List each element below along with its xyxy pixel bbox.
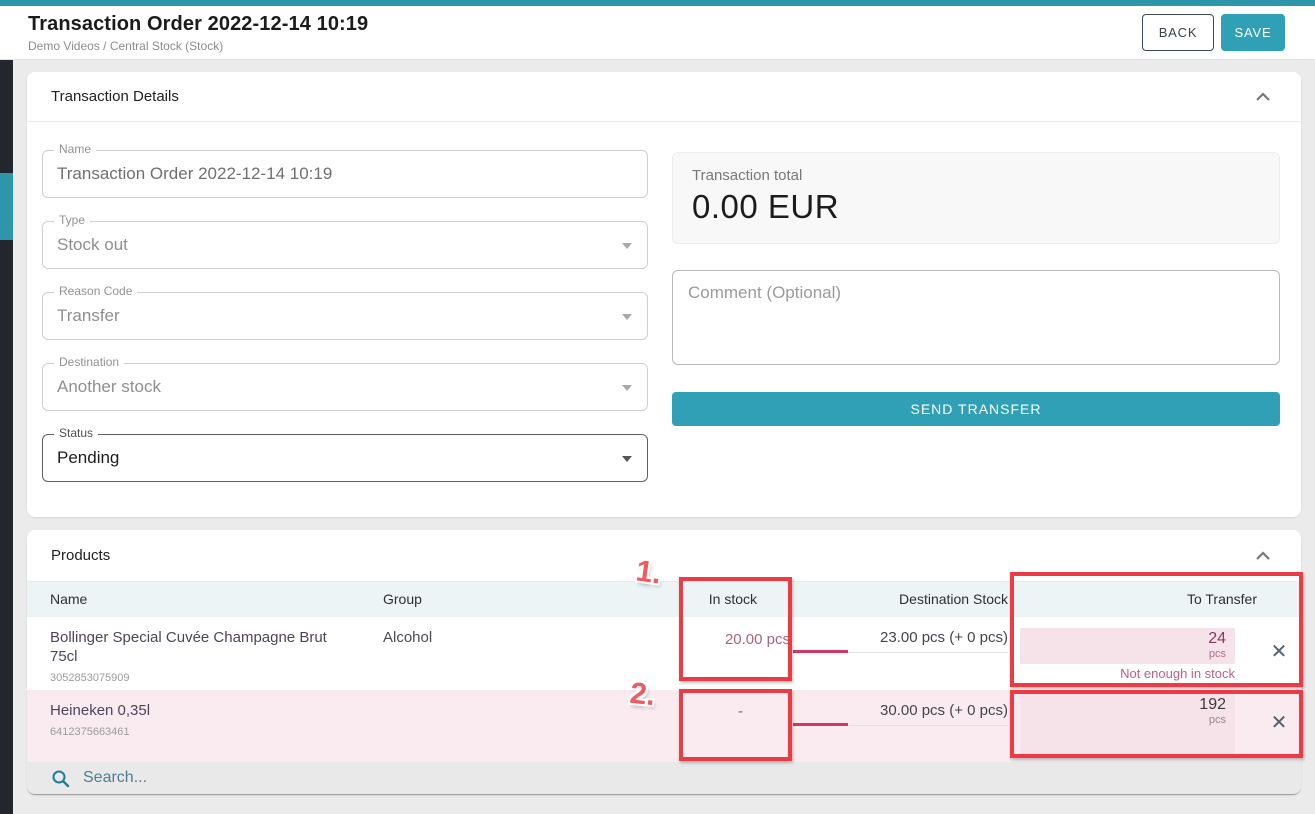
details-summary-column: Transaction total 0.00 EUR SEND TRANSFER	[672, 152, 1280, 426]
column-header-name: Name	[27, 582, 383, 617]
column-header-group: Group	[383, 582, 583, 617]
reason-code-value: Transfer	[43, 293, 647, 339]
product-group-cell	[383, 690, 583, 702]
transaction-details-title: Transaction Details	[51, 88, 179, 105]
comment-input[interactable]	[672, 270, 1280, 365]
transaction-total-value: 0.00 EUR	[692, 188, 1260, 226]
page-title: Transaction Order 2022-12-14 10:19	[28, 13, 368, 36]
chevron-down-icon	[622, 243, 632, 249]
product-name: Heineken 0,35l	[50, 701, 343, 720]
product-name-cell: Heineken 0,35l 6412375663461	[27, 690, 383, 742]
annotation-label-2: 2.	[628, 677, 656, 713]
product-search-bar	[27, 762, 1301, 795]
details-form-column: Name Transaction Order 2022-12-14 10:19 …	[42, 150, 648, 505]
destination-stock-underline	[793, 723, 1008, 726]
name-field-value: Transaction Order 2022-12-14 10:19	[43, 151, 647, 197]
transaction-total-label: Transaction total	[692, 167, 1260, 184]
transaction-details-card: Transaction Details Name Transaction Ord…	[27, 72, 1301, 517]
destination-label: Destination	[54, 355, 124, 369]
back-button[interactable]: BACK	[1142, 14, 1214, 51]
search-icon	[51, 769, 70, 788]
type-select-value: Stock out	[43, 222, 647, 268]
header-titles: Transaction Order 2022-12-14 10:19 Demo …	[28, 13, 368, 53]
chevron-down-icon	[622, 385, 632, 391]
type-select[interactable]: Type Stock out	[42, 221, 648, 269]
collapse-details-button[interactable]	[1251, 85, 1275, 109]
annotation-label-1: 1.	[634, 554, 664, 591]
product-name: Bollinger Special Cuvée Champagne Brut 7…	[50, 628, 343, 666]
chevron-down-icon	[622, 456, 632, 462]
save-button[interactable]: SAVE	[1221, 14, 1285, 51]
product-barcode: 3052853075909	[50, 669, 343, 688]
annotation-box-in-stock-row1	[679, 577, 792, 681]
status-select[interactable]: Status Pending	[42, 434, 648, 482]
destination-stock-underline	[793, 650, 1008, 653]
header-actions: BACK SAVE	[1142, 14, 1285, 51]
reason-code-label: Reason Code	[54, 284, 137, 298]
transaction-total-box: Transaction total 0.00 EUR	[672, 152, 1280, 244]
type-select-label: Type	[54, 213, 90, 227]
destination-select[interactable]: Destination Another stock	[42, 363, 648, 411]
reason-code-select[interactable]: Reason Code Transfer	[42, 292, 648, 340]
breadcrumb: Demo Videos / Central Stock (Stock)	[28, 39, 368, 53]
destination-stock-value: 30.00 pcs (+ 0 pcs)	[880, 702, 1008, 719]
products-title: Products	[51, 547, 110, 564]
annotation-box-to-transfer-row1	[1010, 572, 1303, 687]
collapse-products-button[interactable]	[1251, 544, 1275, 568]
search-input[interactable]	[83, 769, 483, 787]
chevron-up-icon	[1255, 92, 1271, 102]
page-header: Transaction Order 2022-12-14 10:19 Demo …	[0, 6, 1315, 60]
transaction-details-header: Transaction Details	[27, 72, 1301, 122]
name-field-label: Name	[54, 142, 96, 156]
column-header-destination-stock: Destination Stock	[790, 582, 1008, 617]
status-value: Pending	[43, 435, 647, 481]
chevron-up-icon	[1255, 551, 1271, 561]
annotation-box-to-transfer-row2	[1010, 690, 1303, 758]
destination-stock-cell: 30.00 pcs (+ 0 pcs)	[790, 690, 1008, 726]
send-transfer-button[interactable]: SEND TRANSFER	[672, 392, 1280, 426]
transaction-order-page: Transaction Order 2022-12-14 10:19 Demo …	[0, 0, 1315, 814]
status-label: Status	[54, 426, 98, 440]
destination-stock-value: 23.00 pcs (+ 0 pcs)	[880, 629, 1008, 646]
sidebar-collapsed-strip[interactable]	[0, 60, 13, 814]
name-field[interactable]: Name Transaction Order 2022-12-14 10:19	[42, 150, 648, 198]
annotation-box-in-stock-row2	[679, 689, 792, 761]
chevron-down-icon	[622, 314, 632, 320]
destination-stock-cell: 23.00 pcs (+ 0 pcs)	[790, 617, 1008, 653]
destination-value: Another stock	[43, 364, 647, 410]
product-name-cell: Bollinger Special Cuvée Champagne Brut 7…	[27, 617, 383, 688]
product-group-cell: Alcohol	[383, 617, 583, 646]
sidebar-active-indicator	[0, 173, 13, 240]
product-barcode: 6412375663461	[50, 723, 343, 742]
